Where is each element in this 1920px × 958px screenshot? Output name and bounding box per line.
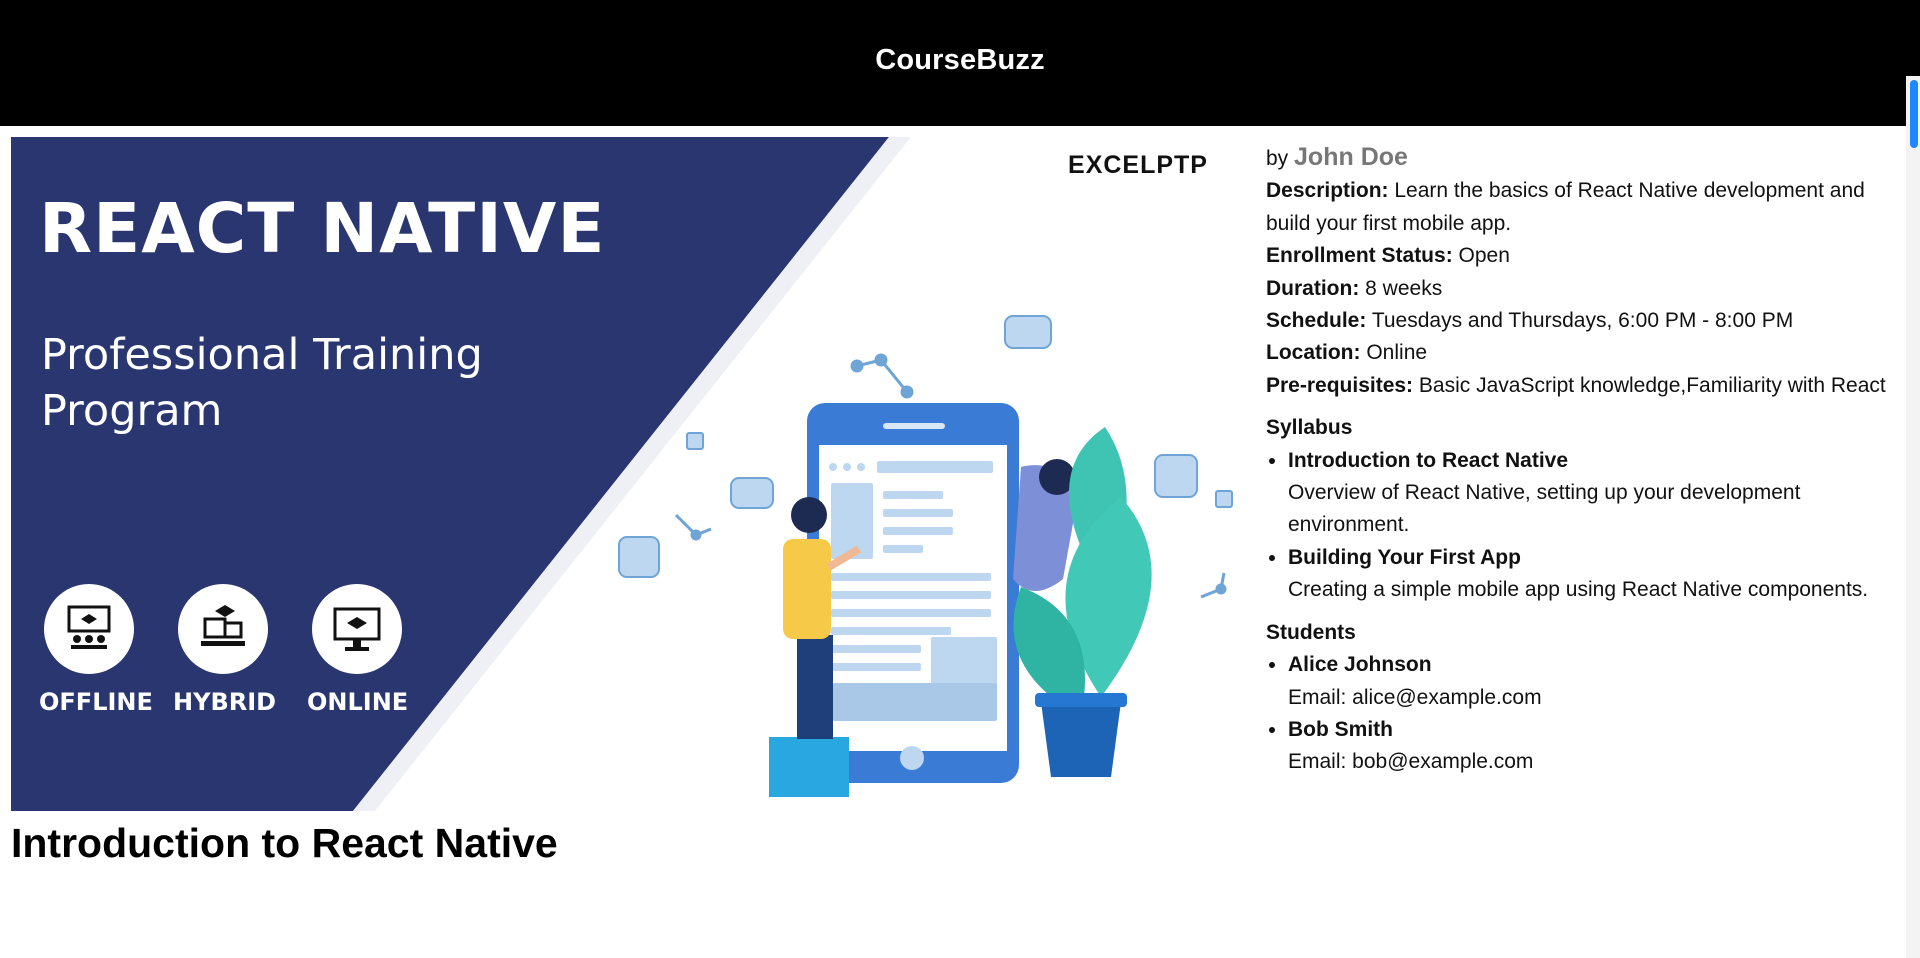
- top-navbar: CourseBuzz: [0, 0, 1920, 126]
- list-item: Bob Smith Email: bob@example.com: [1288, 714, 1906, 779]
- mode-offline: OFFLINE: [39, 584, 153, 716]
- list-item: Introduction to React Native Overview of…: [1288, 445, 1906, 542]
- mode-online: ONLINE: [307, 584, 409, 716]
- online-monitor-icon-graphic: [333, 607, 381, 651]
- syllabus-item-desc: Creating a simple mobile app using React…: [1288, 578, 1869, 602]
- banner-subtitle: Professional Training Program: [41, 330, 483, 436]
- mode-label: ONLINE: [307, 688, 409, 716]
- student-name: Alice Johnson: [1288, 653, 1432, 677]
- prerequisites-row: Pre-requisites: Basic JavaScript knowled…: [1266, 370, 1906, 402]
- hybrid-learning-icon-graphic: [201, 605, 245, 646]
- schedule-label: Schedule:: [1266, 309, 1367, 333]
- students-heading: Students: [1266, 620, 1356, 644]
- list-item: Building Your First App Creating a simpl…: [1288, 542, 1906, 607]
- location-label: Location:: [1266, 341, 1361, 365]
- course-title-heading: Introduction to React Native: [11, 820, 558, 866]
- online-monitor-icon: [312, 584, 402, 674]
- syllabus-list: Introduction to React Native Overview of…: [1266, 445, 1906, 607]
- student-email: Email: bob@example.com: [1288, 750, 1534, 774]
- banner-watermark: EXCELPTP: [1068, 151, 1208, 179]
- schedule-row: Schedule: Tuesdays and Thursdays, 6:00 P…: [1266, 305, 1906, 337]
- prerequisites-value: Basic JavaScript knowledge,Familiarity w…: [1418, 373, 1886, 397]
- course-details: by John Doe Description: Learn the basic…: [1266, 141, 1906, 779]
- instructor-name: John Doe: [1294, 143, 1408, 171]
- duration-value: 8 weeks: [1365, 276, 1443, 300]
- banner-title: REACT NATIVE: [39, 189, 606, 269]
- description-row: Description: Learn the basics of React N…: [1266, 175, 1906, 240]
- schedule-value: Tuesdays and Thursdays, 6:00 PM - 8:00 P…: [1371, 309, 1794, 333]
- description-label: Description:: [1266, 179, 1389, 203]
- student-name: Bob Smith: [1288, 717, 1393, 741]
- syllabus-item-title: Introduction to React Native: [1288, 448, 1569, 472]
- brand-title[interactable]: CourseBuzz: [875, 44, 1045, 77]
- scrollbar-track[interactable]: [1906, 76, 1920, 958]
- scrollbar-thumb[interactable]: [1910, 80, 1918, 148]
- course-banner-image: REACT NATIVE Professional Training Progr…: [11, 137, 1238, 811]
- location-value: Online: [1366, 341, 1428, 365]
- location-row: Location: Online: [1266, 337, 1906, 369]
- classroom-icon-graphic: [67, 605, 111, 649]
- by-prefix: by: [1266, 147, 1289, 170]
- duration-row: Duration: 8 weeks: [1266, 273, 1906, 305]
- mode-label: HYBRID: [173, 688, 277, 716]
- enrollment-row: Enrollment Status: Open: [1266, 240, 1906, 272]
- mode-hybrid: HYBRID: [173, 584, 277, 716]
- instructor-line: by John Doe: [1266, 141, 1906, 175]
- syllabus-item-desc: Overview of React Native, setting up you…: [1288, 481, 1801, 537]
- mode-label: OFFLINE: [39, 688, 153, 716]
- enrollment-label: Enrollment Status:: [1266, 244, 1453, 268]
- enrollment-value: Open: [1458, 244, 1510, 268]
- classroom-icon: [44, 584, 134, 674]
- hybrid-learning-icon: [178, 584, 268, 674]
- list-item: Alice Johnson Email: alice@example.com: [1288, 649, 1906, 714]
- student-email: Email: alice@example.com: [1288, 685, 1542, 709]
- syllabus-heading: Syllabus: [1266, 416, 1353, 440]
- students-list: Alice Johnson Email: alice@example.com B…: [1266, 649, 1906, 779]
- duration-label: Duration:: [1266, 276, 1360, 300]
- syllabus-item-title: Building Your First App: [1288, 545, 1521, 569]
- prerequisites-label: Pre-requisites:: [1266, 373, 1414, 397]
